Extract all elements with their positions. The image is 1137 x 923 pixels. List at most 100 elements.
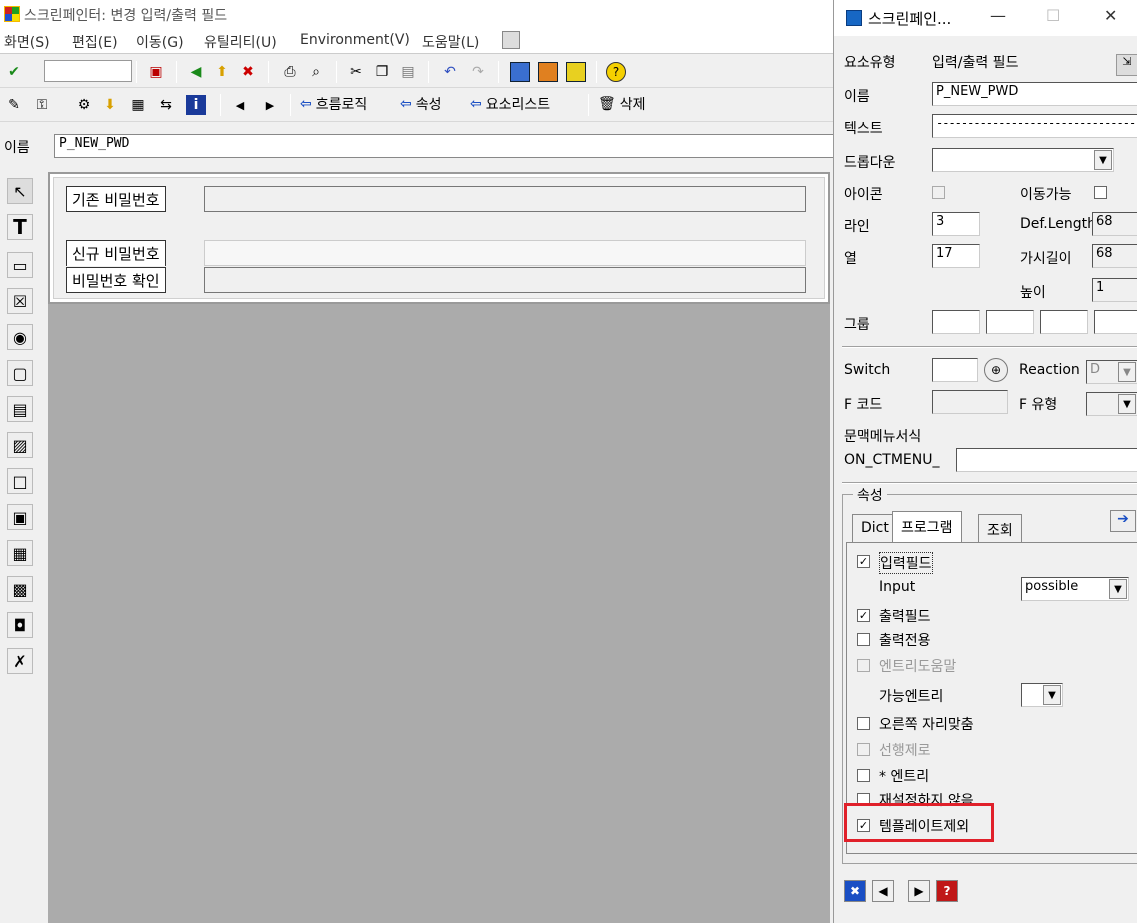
close-icon[interactable]: ✕: [1104, 6, 1117, 25]
dropdown-select[interactable]: ▼: [932, 148, 1114, 172]
hierarchy-icon[interactable]: ⚿: [32, 95, 52, 115]
tab-dict[interactable]: Dict: [852, 514, 898, 542]
leading-zero-checkbox[interactable]: [857, 743, 870, 756]
menu-screen[interactable]: 화면(S): [4, 32, 50, 52]
entry-help-checkbox[interactable]: [857, 659, 870, 672]
table-control-tool-icon[interactable]: ▦: [7, 540, 33, 566]
previous-icon[interactable]: ◀: [230, 95, 250, 115]
possible-entries-select[interactable]: ▼: [1021, 683, 1063, 707]
column-field[interactable]: 17: [932, 244, 980, 268]
tabstrip-wizard-icon[interactable]: ▨: [7, 432, 33, 458]
star-entry-checkbox[interactable]: [857, 769, 870, 782]
def-length-field[interactable]: 68: [1092, 212, 1137, 236]
cancel-icon[interactable]: ✖: [238, 62, 258, 82]
confirm-password-label[interactable]: 비밀번호 확인: [66, 267, 166, 293]
line-field[interactable]: 3: [932, 212, 980, 236]
next-element-icon[interactable]: ▶: [908, 880, 930, 902]
input-field-tool-icon[interactable]: ▭: [7, 252, 33, 278]
movable-checkbox[interactable]: [1094, 186, 1107, 199]
next-icon[interactable]: ▶: [260, 95, 280, 115]
help-icon[interactable]: ?: [936, 880, 958, 902]
arrow-right-icon[interactable]: ➔: [1110, 510, 1136, 532]
network-icon[interactable]: ⇆: [156, 95, 176, 115]
height-field[interactable]: 1: [1092, 278, 1137, 302]
input-field-checkbox[interactable]: ✓: [857, 555, 870, 568]
redo-icon[interactable]: ↷: [468, 62, 488, 82]
dropdown-label: 드롭다운: [844, 155, 896, 171]
save-icon[interactable]: ▣: [146, 62, 166, 82]
info-icon[interactable]: i: [186, 95, 206, 115]
output-field-checkbox[interactable]: ✓: [857, 609, 870, 622]
checkbox-tool-icon[interactable]: ☒: [7, 288, 33, 314]
tab-program[interactable]: 프로그램: [892, 511, 962, 543]
pin-icon[interactable]: ⬇: [100, 95, 120, 115]
minimize-icon[interactable]: —: [990, 6, 1006, 25]
pushbutton-tool-icon[interactable]: ▢: [7, 360, 33, 386]
tree-icon[interactable]: ⚙: [74, 95, 94, 115]
tab-display[interactable]: 조회: [978, 514, 1022, 542]
switch-lookup-icon[interactable]: ⊕: [984, 358, 1008, 382]
fcode-field[interactable]: [932, 390, 1008, 414]
close-dialog-icon[interactable]: ✖: [844, 880, 866, 902]
group-field-4[interactable]: [1094, 310, 1137, 334]
undo-icon[interactable]: ↶: [440, 62, 460, 82]
menu-utilities[interactable]: 유틸리티(U): [204, 32, 277, 52]
context-menu-field[interactable]: [956, 448, 1137, 472]
print-icon[interactable]: ⎙: [280, 62, 300, 82]
input-select[interactable]: possible ▼: [1021, 577, 1129, 601]
old-password-label[interactable]: 기존 비밀번호: [66, 186, 166, 212]
name-field[interactable]: P_NEW_PWD: [932, 82, 1137, 106]
menu-edit[interactable]: 편집(E): [72, 32, 118, 52]
table-wizard-icon[interactable]: ▩: [7, 576, 33, 602]
copy-icon[interactable]: ❐: [372, 62, 392, 82]
layout-icon-1[interactable]: [510, 62, 530, 82]
cut-icon[interactable]: ✂: [346, 62, 366, 82]
radio-tool-icon[interactable]: ◉: [7, 324, 33, 350]
flow-logic-button[interactable]: ⇦ 흐름로직: [300, 94, 367, 114]
tabstrip-tool-icon[interactable]: ▤: [7, 396, 33, 422]
element-name-field[interactable]: P_NEW_PWD: [54, 134, 834, 158]
delete-button[interactable]: 🗑 삭제: [598, 94, 646, 114]
layout-icon-2[interactable]: [538, 62, 558, 82]
menu-goto[interactable]: 이동(G): [136, 32, 184, 52]
box-tool-icon[interactable]: □: [7, 468, 33, 494]
menu-help[interactable]: 도움말(L): [422, 32, 479, 52]
layout-editor-icon[interactable]: ▦: [128, 95, 148, 115]
maximize-icon[interactable]: ☐: [1046, 6, 1060, 25]
output-only-checkbox[interactable]: [857, 633, 870, 646]
old-password-field[interactable]: [204, 186, 806, 212]
confirm-password-field[interactable]: [204, 267, 806, 293]
pointer-tool-icon[interactable]: ↖: [7, 178, 33, 204]
text-field[interactable]: ----------------------------------------: [932, 114, 1137, 138]
previous-element-icon[interactable]: ◀: [872, 880, 894, 902]
right-justify-checkbox[interactable]: [857, 717, 870, 730]
menu-environment[interactable]: Environment(V): [300, 32, 410, 48]
new-password-label[interactable]: 신규 비밀번호: [66, 240, 166, 266]
find-icon[interactable]: ⌕: [306, 62, 326, 82]
subscreen-tool-icon[interactable]: ▣: [7, 504, 33, 530]
command-field[interactable]: [44, 60, 132, 82]
expand-icon[interactable]: ⇲: [1116, 54, 1137, 76]
group-field-2[interactable]: [986, 310, 1034, 334]
back-icon[interactable]: ◀: [186, 62, 206, 82]
status-icon-tool-icon[interactable]: ✗: [7, 648, 33, 674]
layout-icon-3[interactable]: [566, 62, 586, 82]
element-list-button[interactable]: ⇦ 요소리스트: [470, 94, 550, 114]
new-password-field[interactable]: [204, 240, 806, 266]
exit-icon[interactable]: ⬆: [212, 62, 232, 82]
reaction-select[interactable]: D ▼: [1086, 360, 1137, 384]
ftype-select[interactable]: ▼: [1086, 392, 1137, 416]
group-field-3[interactable]: [1040, 310, 1088, 334]
switch-field[interactable]: [932, 358, 978, 382]
enter-icon[interactable]: ✔: [4, 62, 24, 82]
attributes-button[interactable]: ⇦ 속성: [400, 94, 442, 114]
text-tool-icon[interactable]: T: [7, 214, 33, 240]
wand-icon[interactable]: ✎: [4, 95, 24, 115]
paste-icon[interactable]: ▤: [398, 62, 418, 82]
custom-control-tool-icon[interactable]: ◘: [7, 612, 33, 638]
group-field-1[interactable]: [932, 310, 980, 334]
help-icon[interactable]: ?: [606, 62, 626, 82]
system-menu-icon[interactable]: [502, 31, 520, 49]
visible-length-field[interactable]: 68: [1092, 244, 1137, 268]
icon-checkbox[interactable]: [932, 186, 945, 199]
